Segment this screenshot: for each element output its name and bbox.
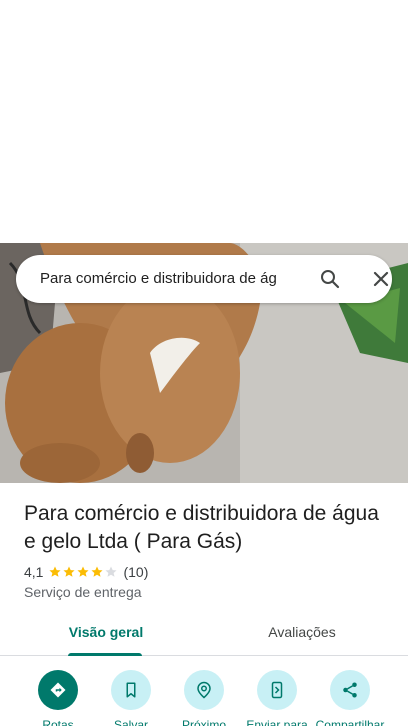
action-buttons: Rotas Salvar Próximo Enviar para Compart… [0,668,408,726]
star-icon [77,566,90,577]
bookmark-icon [111,670,151,710]
nearby-icon [184,670,224,710]
place-title: Para comércio e distribuidora de água e … [24,502,379,553]
star-empty-icon [105,566,118,577]
place-category: Serviço de entrega [24,584,142,600]
search-bar[interactable]: Para comércio e distribuidora de ág [16,255,392,303]
star-rating [48,565,118,579]
star-icon [63,566,76,577]
directions-icon [38,670,78,710]
rating-value: 4,1 [24,564,44,580]
star-icon [91,566,104,577]
map-area-blank [0,0,408,243]
tab-overview[interactable]: Visão geral [40,612,172,656]
nearby-button[interactable]: Próximo [169,668,239,726]
share-icon [330,670,370,710]
star-icon [49,566,62,577]
nearby-label: Próximo [181,718,226,726]
search-input[interactable]: Para comércio e distribuidora de ág [40,255,288,303]
active-tab-indicator [68,653,142,656]
tab-reviews-label: Avaliações [268,624,336,640]
review-count[interactable]: (10) [123,564,148,580]
directions-label: Rotas [42,718,74,726]
share-button[interactable]: Compartilhar [315,668,385,726]
share-label: Compartilhar [315,718,385,726]
tab-overview-label: Visão geral [68,624,144,640]
save-label: Salvar [113,718,148,726]
send-to-phone-label: Enviar para [246,718,308,726]
tab-bar: Visão geral Avaliações [0,612,408,656]
send-to-phone-button[interactable]: Enviar para [242,668,312,726]
tab-reviews[interactable]: Avaliações [236,612,368,656]
rating-row[interactable]: 4,1 (10) [24,563,148,581]
send-to-phone-icon [257,670,297,710]
close-icon[interactable] [369,267,393,291]
save-button[interactable]: Salvar [96,668,166,726]
search-icon[interactable] [318,267,342,291]
directions-button[interactable]: Rotas [23,668,93,726]
